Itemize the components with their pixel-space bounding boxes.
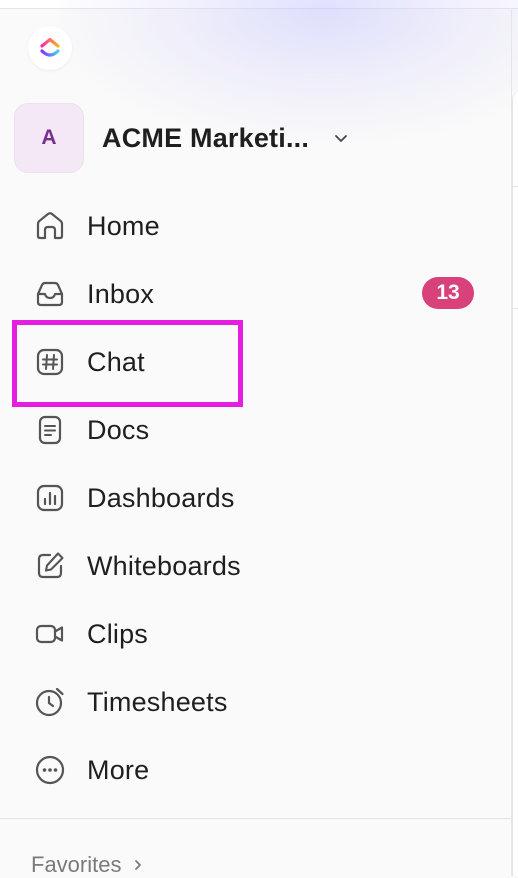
sidebar-item-label: Timesheets xyxy=(87,686,228,717)
chevron-down-icon[interactable] xyxy=(331,128,351,148)
main-panel-edge xyxy=(512,90,518,876)
sidebar-item-label: Home xyxy=(87,210,160,241)
sidebar-item-home[interactable]: Home xyxy=(0,192,510,260)
sidebar-item-docs[interactable]: Docs xyxy=(0,396,510,464)
main-panel-line xyxy=(512,308,518,309)
video-icon xyxy=(32,616,68,652)
more-icon xyxy=(32,752,68,788)
chevron-right-icon xyxy=(131,858,145,872)
sidebar-item-label: Clips xyxy=(87,618,149,649)
sidebar-item-label: Chat xyxy=(87,346,145,377)
workspace-avatar-letter: A xyxy=(41,126,57,149)
sidebar-divider xyxy=(0,818,511,819)
workspace-switcher[interactable]: A ACME Marketi... xyxy=(14,102,374,174)
hash-icon xyxy=(32,344,68,380)
sidebar-item-label: Inbox xyxy=(87,278,155,309)
sidebar-item-clips[interactable]: Clips xyxy=(0,600,510,668)
clock-icon xyxy=(32,684,68,720)
sidebar-item-inbox[interactable]: Inbox 13 xyxy=(0,260,510,328)
whiteboard-icon xyxy=(32,548,68,584)
sidebar-item-label: Docs xyxy=(87,414,150,445)
main-panel-line xyxy=(512,186,518,187)
clickup-logo-icon xyxy=(40,37,60,57)
workspace-avatar: A xyxy=(14,103,84,173)
workspace-name: ACME Marketi... xyxy=(102,122,310,153)
window-top-bar xyxy=(0,0,518,9)
inbox-count-badge: 13 xyxy=(422,277,474,309)
dashboard-icon xyxy=(32,480,68,516)
sidebar-item-timesheets[interactable]: Timesheets xyxy=(0,668,510,736)
app-logo-button[interactable] xyxy=(28,26,72,70)
sidebar-item-more[interactable]: More xyxy=(0,736,510,804)
sidebar-nav: Home Inbox 13 Chat Docs Dashboards White… xyxy=(0,192,510,804)
inbox-icon xyxy=(32,276,68,312)
sidebar-item-label: More xyxy=(87,754,150,785)
sidebar-item-chat[interactable]: Chat xyxy=(0,328,510,396)
sidebar-item-whiteboards[interactable]: Whiteboards xyxy=(0,532,510,600)
favorites-section-header[interactable]: Favorites xyxy=(31,852,145,878)
sidebar-item-label: Dashboards xyxy=(87,482,235,513)
doc-icon xyxy=(32,412,68,448)
sidebar-item-label: Whiteboards xyxy=(87,550,241,581)
home-icon xyxy=(32,208,68,244)
favorites-label: Favorites xyxy=(31,852,122,877)
sidebar-item-dashboards[interactable]: Dashboards xyxy=(0,464,510,532)
